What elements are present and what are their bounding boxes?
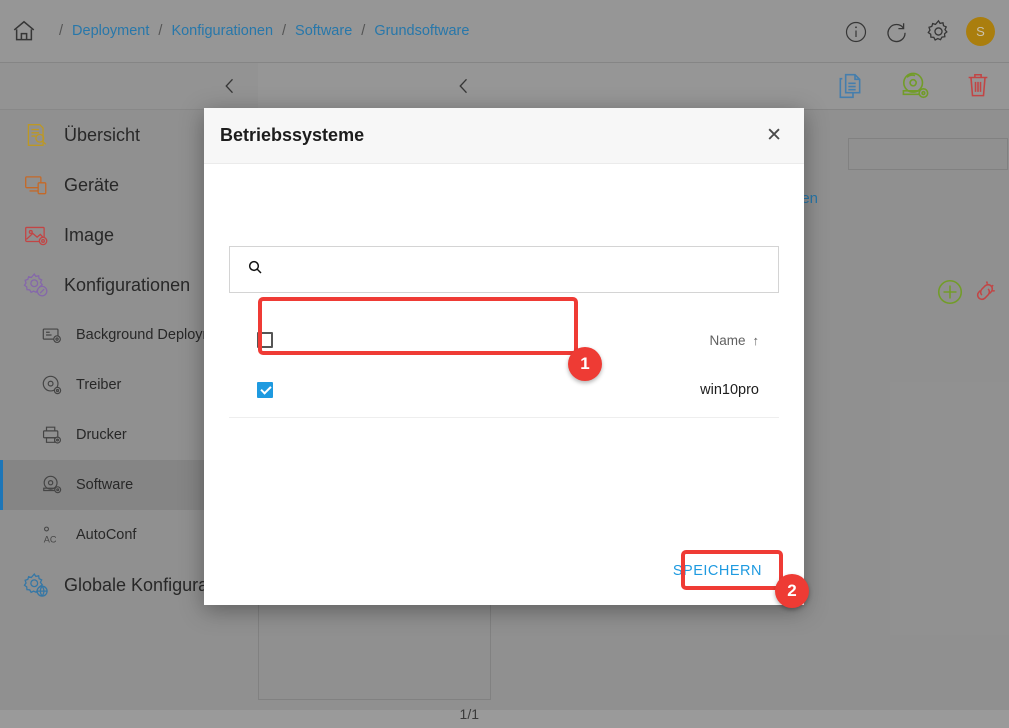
search-icon (247, 259, 263, 280)
annotation-badge-2: 2 (775, 574, 809, 608)
checkbox-box-checked (257, 381, 273, 398)
annotation-badge-1: 1 (568, 347, 602, 381)
table-header-row: Name ↑ (229, 319, 779, 361)
row-name-cell: win10pro (700, 381, 759, 398)
search-field-wrapper[interactable] (229, 246, 779, 293)
search-input[interactable] (274, 260, 758, 279)
select-all-checkbox[interactable] (229, 332, 301, 348)
table-row[interactable]: win10pro (229, 362, 779, 418)
sort-ascending-icon: ↑ (752, 332, 760, 348)
column-header-label: Name (709, 332, 746, 348)
betriebssysteme-dialog: Betriebssysteme ✕ Name ↑ win10pro SPEICH… (204, 108, 804, 605)
column-header-name[interactable]: Name ↑ (301, 333, 779, 348)
dialog-body: Name ↑ win10pro SPEICHERN (204, 164, 804, 605)
dialog-header: Betriebssysteme ✕ (204, 108, 804, 164)
checkbox-box (257, 332, 273, 348)
close-icon[interactable]: ✕ (760, 122, 788, 149)
dialog-title: Betriebssysteme (220, 125, 365, 145)
row-checkbox[interactable] (229, 381, 301, 398)
save-button[interactable]: SPEICHERN (657, 553, 778, 589)
